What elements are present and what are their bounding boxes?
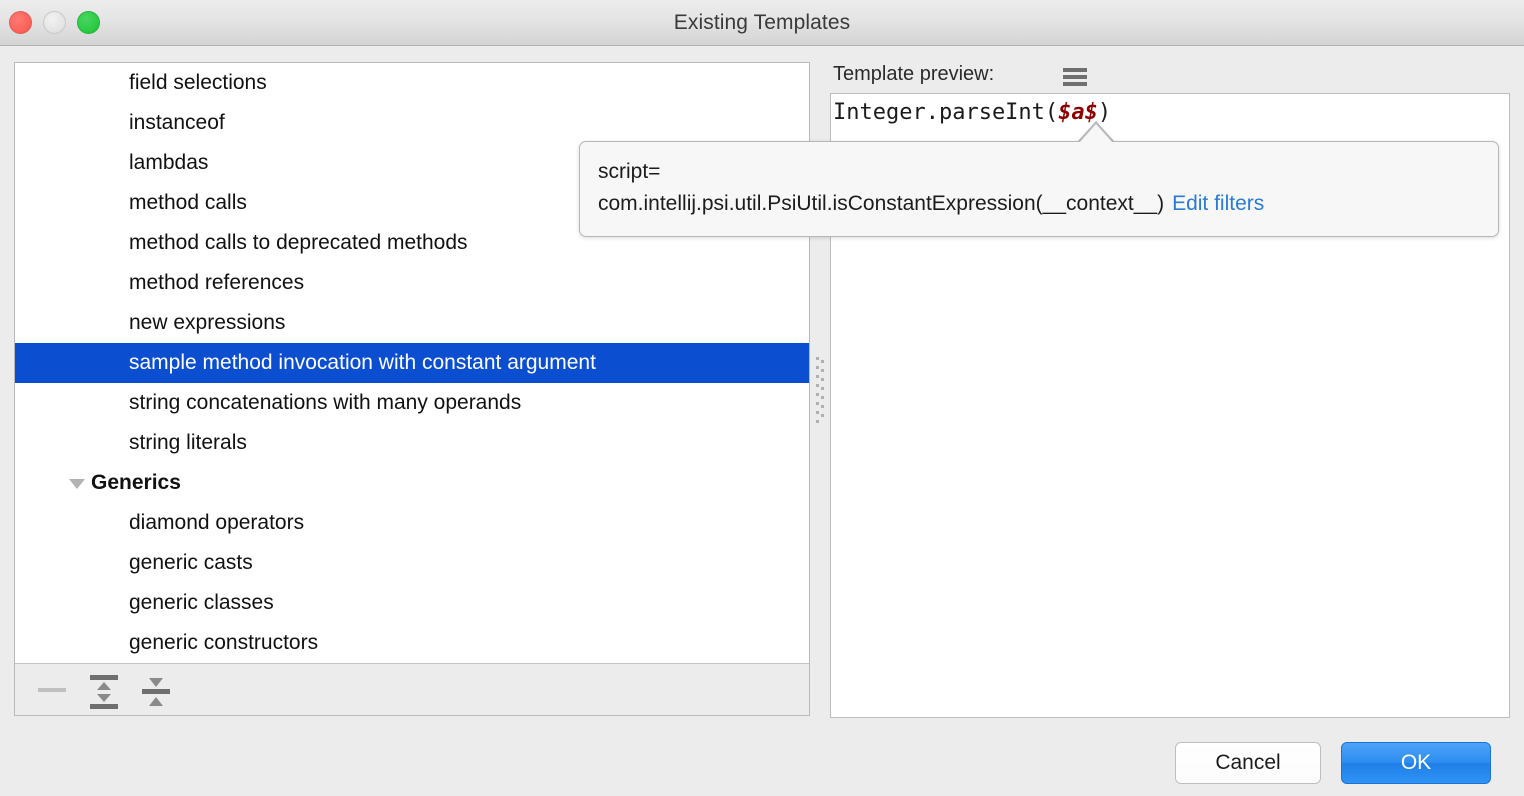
expand-all-icon [90,675,118,709]
list-item[interactable]: field selections [15,63,809,103]
expand-all-button[interactable] [84,670,124,710]
list-item[interactable]: generic classes [15,583,809,623]
collapse-all-button[interactable] [136,670,176,710]
template-preview-code: Integer.parseInt($a$) [833,96,1111,130]
edit-filters-link[interactable]: Edit filters [1172,192,1264,215]
chevron-down-icon[interactable] [69,479,85,489]
splitter-grip-icon[interactable] [815,357,824,425]
list-toolbar [15,663,809,715]
list-item[interactable]: string concatenations with many operands [15,383,809,423]
tooltip-line-2: com.intellij.psi.util.PsiUtil.isConstant… [598,192,1165,215]
remove-template-button[interactable] [32,670,72,710]
minus-icon [38,688,66,692]
filter-tooltip: script= com.intellij.psi.util.PsiUtil.is… [579,141,1499,237]
list-item[interactable]: string literals [15,423,809,463]
list-item[interactable]: generic casts [15,543,809,583]
code-prefix: Integer.parseInt( [833,100,1059,125]
dialog-window: Existing Templates field selections inst… [0,0,1524,796]
window-title: Existing Templates [673,11,851,34]
list-item[interactable]: instanceof [15,103,809,143]
collapse-all-icon [142,678,170,706]
tooltip-arrow-fill [1079,124,1113,143]
list-item[interactable]: generic constructors [15,623,809,663]
list-group-header[interactable]: Generics [15,463,809,503]
list-item[interactable]: new expressions [15,303,809,343]
hamburger-icon[interactable] [1063,68,1087,86]
tooltip-body: script= com.intellij.psi.util.PsiUtil.is… [598,156,1480,220]
list-item[interactable]: method references [15,263,809,303]
ok-button[interactable]: OK [1341,742,1491,784]
list-item[interactable]: diamond operators [15,503,809,543]
template-preview-label: Template preview: [833,63,995,85]
list-item-selected[interactable]: sample method invocation with constant a… [15,343,809,383]
title-bar: Existing Templates [0,0,1524,46]
cancel-button[interactable]: Cancel [1175,742,1321,784]
list-group-label: Generics [91,471,181,494]
tooltip-line-2-wrap: com.intellij.psi.util.PsiUtil.isConstant… [598,188,1480,220]
tooltip-line-1: script= [598,160,661,183]
